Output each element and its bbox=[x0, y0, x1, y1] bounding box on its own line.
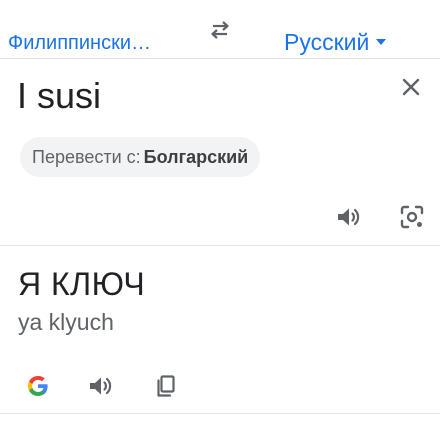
speaker-icon bbox=[90, 377, 112, 395]
camera-lens-icon bbox=[400, 205, 424, 229]
source-language-button[interactable]: Филиппински… bbox=[8, 32, 151, 55]
divider bbox=[0, 58, 440, 59]
divider bbox=[0, 245, 440, 246]
swap-languages-icon bbox=[211, 21, 229, 39]
copy-translation-button[interactable] bbox=[152, 372, 180, 400]
source-text-input[interactable]: I susi bbox=[17, 75, 101, 117]
target-language-button[interactable]: Русский bbox=[284, 29, 387, 56]
chip-language: Болгарский bbox=[143, 146, 249, 167]
speaker-icon bbox=[338, 208, 360, 226]
language-bar: Филиппински… Русский bbox=[0, 0, 440, 58]
copy-icon bbox=[157, 375, 175, 397]
chip-prefix: Перевести с: bbox=[32, 146, 141, 167]
transliteration: ya klyuch bbox=[18, 309, 114, 335]
source-language-label: Филиппински… bbox=[8, 32, 152, 54]
camera-translate-button[interactable] bbox=[398, 203, 426, 231]
target-language-label: Русский bbox=[284, 29, 370, 55]
google-logo-icon bbox=[28, 376, 48, 396]
google-logo-button[interactable] bbox=[24, 372, 52, 400]
listen-source-button[interactable] bbox=[334, 203, 362, 231]
divider bbox=[0, 413, 440, 414]
chevron-down-icon bbox=[376, 38, 387, 45]
close-icon bbox=[402, 78, 420, 96]
clear-text-button[interactable] bbox=[396, 72, 426, 102]
listen-translation-button[interactable] bbox=[86, 372, 114, 400]
translation-result: Я КЛЮЧ bbox=[18, 266, 146, 302]
swap-languages-button[interactable] bbox=[204, 16, 236, 44]
detected-language-chip[interactable]: Перевести с: Болгарский bbox=[20, 137, 261, 177]
